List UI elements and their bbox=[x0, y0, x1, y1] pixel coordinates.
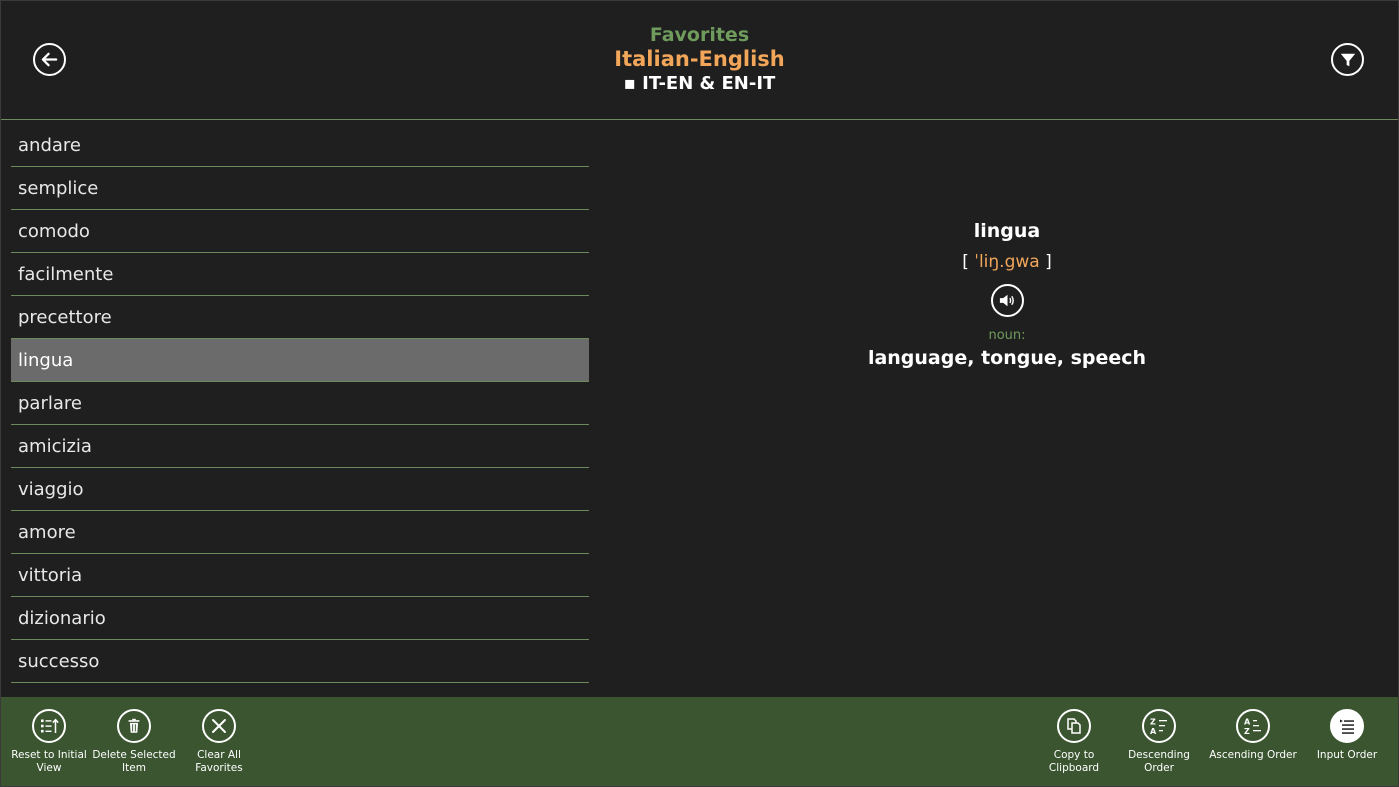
svg-text:Z: Z bbox=[1150, 718, 1156, 727]
copy-icon bbox=[1057, 709, 1091, 743]
list-item[interactable]: andare bbox=[11, 124, 589, 167]
list-item-label: comodo bbox=[18, 220, 90, 242]
title-block: Favorites Italian-English ▪ IT-EN & EN-I… bbox=[1, 23, 1398, 96]
list-item-label: parlare bbox=[18, 392, 82, 414]
delete-item-label: Delete Selected Item bbox=[92, 749, 176, 774]
delete-item-button[interactable]: Delete Selected Item bbox=[89, 709, 179, 775]
reset-view-label: Reset to Initial View bbox=[11, 749, 87, 774]
copy-clipboard-button[interactable]: Copy to Clipboard bbox=[1029, 709, 1119, 775]
list-item[interactable]: successo bbox=[11, 640, 589, 683]
list-item-label: precettore bbox=[18, 306, 112, 328]
list-item[interactable]: dizionario bbox=[11, 597, 589, 640]
list-item[interactable]: precettore bbox=[11, 296, 589, 339]
reset-view-button[interactable]: Reset to Initial View bbox=[4, 709, 94, 775]
list-item-label: lingua bbox=[18, 349, 74, 371]
input-order-button[interactable]: Input Order bbox=[1302, 709, 1392, 762]
page-title: Favorites bbox=[649, 24, 750, 46]
list-item-label: amicizia bbox=[18, 435, 92, 457]
reset-list-icon bbox=[32, 709, 66, 743]
bracket-close: ] bbox=[1039, 252, 1052, 272]
list-item-selected[interactable]: lingua bbox=[11, 339, 589, 382]
filter-icon bbox=[1340, 53, 1355, 66]
copy-clipboard-label: Copy to Clipboard bbox=[1048, 749, 1100, 774]
descending-order-button[interactable]: Z A Descending Order bbox=[1114, 709, 1204, 775]
app-window: Favorites Italian-English ▪ IT-EN & EN-I… bbox=[0, 0, 1399, 787]
ipa-text: ˈliŋ.gwa bbox=[974, 252, 1040, 272]
list-item-label: andare bbox=[18, 134, 81, 156]
svg-text:A: A bbox=[1244, 718, 1251, 727]
sort-descending-icon: Z A bbox=[1142, 709, 1176, 743]
list-item-label: facilmente bbox=[18, 263, 114, 285]
list-item[interactable]: facilmente bbox=[11, 253, 589, 296]
x-icon bbox=[202, 709, 236, 743]
favorites-list[interactable]: andare semplice comodo facilmente precet… bbox=[11, 124, 589, 683]
part-of-speech: noun: bbox=[988, 328, 1026, 343]
list-item[interactable]: comodo bbox=[11, 210, 589, 253]
svg-text:Z: Z bbox=[1244, 727, 1250, 736]
direction-mode: ▪ IT-EN & EN-IT bbox=[623, 73, 776, 94]
list-item-label: amore bbox=[18, 521, 76, 543]
app-bar: Reset to Initial View Delete Selected It… bbox=[1, 697, 1398, 786]
list-order-icon bbox=[1330, 709, 1364, 743]
filter-button[interactable] bbox=[1331, 43, 1364, 76]
list-item[interactable]: vittoria bbox=[11, 554, 589, 597]
list-item[interactable]: amore bbox=[11, 511, 589, 554]
speaker-icon bbox=[999, 294, 1014, 307]
input-order-label: Input Order bbox=[1316, 749, 1378, 761]
list-item-label: semplice bbox=[18, 177, 99, 199]
clear-favorites-button[interactable]: Clear All Favorites bbox=[174, 709, 264, 775]
dictionary-name: Italian-English bbox=[614, 47, 785, 71]
headword[interactable]: lingua bbox=[613, 216, 1399, 246]
list-item-label: successo bbox=[18, 650, 100, 672]
clear-favorites-label: Clear All Favorites bbox=[195, 749, 243, 774]
bracket-open: [ bbox=[962, 252, 975, 272]
list-item-label: viaggio bbox=[18, 478, 84, 500]
translation[interactable]: language, tongue, speech bbox=[613, 345, 1399, 371]
svg-text:A: A bbox=[1150, 727, 1157, 736]
list-item[interactable]: parlare bbox=[11, 382, 589, 425]
play-pronunciation-button[interactable] bbox=[990, 284, 1024, 317]
list-item-label: dizionario bbox=[18, 607, 106, 629]
word-detail-panel: lingua [ ˈliŋ.gwa ] noun: language, tong… bbox=[613, 216, 1399, 371]
list-item[interactable]: viaggio bbox=[11, 468, 589, 511]
list-item[interactable]: amicizia bbox=[11, 425, 589, 468]
ascending-order-label: Ascending Order bbox=[1209, 749, 1297, 761]
ascending-order-button[interactable]: A Z Ascending Order bbox=[1208, 709, 1298, 762]
trash-icon bbox=[117, 709, 151, 743]
sort-ascending-icon: A Z bbox=[1236, 709, 1270, 743]
header: Favorites Italian-English ▪ IT-EN & EN-I… bbox=[1, 1, 1398, 120]
pronunciation: [ ˈliŋ.gwa ] bbox=[613, 246, 1399, 278]
descending-order-label: Descending Order bbox=[1128, 749, 1190, 774]
list-item[interactable]: semplice bbox=[11, 167, 589, 210]
list-item-label: vittoria bbox=[18, 564, 83, 586]
